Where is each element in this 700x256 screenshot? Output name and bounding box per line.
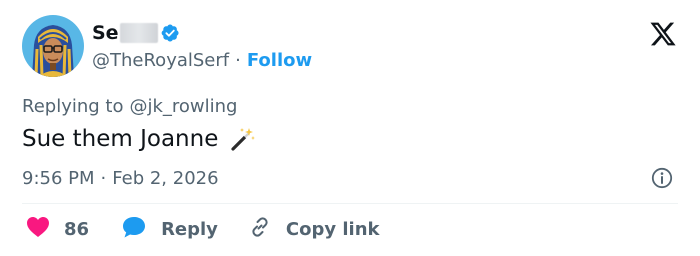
timestamp-separator: · [100,167,107,189]
timestamp-date: Feb 2, 2026 [112,167,219,189]
reply-button[interactable]: Reply [121,215,218,243]
heart-icon [26,216,50,242]
author-handle[interactable]: @TheRoyalSerf [92,50,229,71]
like-button[interactable]: 86 [26,216,89,242]
x-logo-icon[interactable] [648,20,678,48]
replying-to: Replying to @jk_rowling [22,94,237,118]
copy-link-label: Copy link [285,218,380,240]
reply-bubble-icon [121,215,147,243]
avatar[interactable] [22,15,84,77]
tweet-text: Sue them Joanne [22,126,219,152]
author-handle-row: @TheRoyalSerf · Follow [92,48,312,72]
author-display-name[interactable]: Se [92,22,119,44]
like-count: 86 [64,218,90,240]
link-icon [248,215,272,243]
copy-link-button[interactable]: Copy link [248,215,380,243]
info-icon[interactable] [651,167,673,189]
verified-badge-icon [160,23,180,43]
author-name-row: Se [92,20,180,46]
follow-button[interactable]: Follow [247,50,312,71]
tweet-timestamp[interactable]: 9:56 PM · Feb 2, 2026 [22,166,219,190]
reply-label: Reply [161,218,218,240]
tweet-body: Sue them Joanne [22,123,256,155]
timestamp-time: 9:56 PM [22,167,95,189]
name-redaction-blur [119,23,158,43]
replying-to-handle[interactable]: @jk_rowling [129,96,237,117]
divider [22,203,678,204]
tweet-actions: 86 Reply Copy link [22,216,380,242]
handle-separator: · [235,49,241,71]
magic-wand-icon [230,126,256,152]
replying-to-prefix: Replying to [22,95,124,117]
